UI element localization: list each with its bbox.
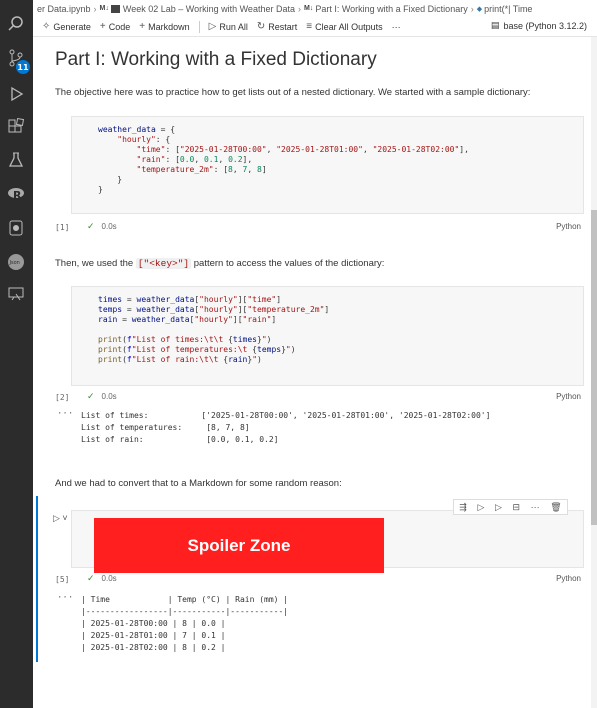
kernel-icon: ▤ xyxy=(490,20,500,30)
run-all-icon: ▷ xyxy=(208,21,217,32)
cell-status: ✓ 0.0s xyxy=(87,221,117,232)
more-actions-button[interactable]: ··· xyxy=(392,22,401,32)
chevron-right-icon: › xyxy=(470,3,474,14)
run-debug-icon[interactable] xyxy=(6,84,26,104)
para-2-after: pattern to access the values of the dict… xyxy=(191,258,385,269)
breadcrumb-file[interactable]: er Data.ipynb xyxy=(37,4,91,14)
check-icon: ✓ xyxy=(87,573,95,583)
python-icon: ◆ xyxy=(476,5,483,13)
breadcrumb-week[interactable]: Week 02 Lab – Working with Weather Data xyxy=(123,4,295,14)
para-2-before: Then, we used the xyxy=(55,258,136,269)
output-line: | 2025-01-28T00:00 | 8 | 0.0 | xyxy=(81,619,226,628)
code-cell-1[interactable]: weather_data = { "hourly": { "time": ["2… xyxy=(71,116,584,214)
markdown-icon: M↓ xyxy=(303,5,314,12)
add-code-button[interactable]: + Code xyxy=(100,21,130,32)
exec-time: 0.0s xyxy=(101,392,117,401)
output-line: | 2025-01-28T01:00 | 7 | 0.1 | xyxy=(81,631,226,640)
svg-text:R: R xyxy=(13,189,22,202)
run-cell-icon[interactable]: ▷ xyxy=(477,502,484,513)
markdown-icon: M↓ xyxy=(99,5,109,12)
execution-count: [1] xyxy=(55,223,70,232)
output-line: | 2025-01-28T02:00 | 8 | 0.2 | xyxy=(81,643,226,652)
testing-flask-icon[interactable] xyxy=(6,150,26,170)
heading-icon xyxy=(110,4,120,13)
run-all-button[interactable]: ▷ Run All xyxy=(209,21,248,32)
output-menu-button[interactable]: ··· xyxy=(57,409,73,419)
exec-time: 0.0s xyxy=(101,574,117,583)
toolbar-divider xyxy=(198,20,200,33)
cell-output-3: | Time | Temp (°C) | Rain (mm) | |-------… xyxy=(81,594,288,654)
notebook-icon[interactable] xyxy=(6,218,26,238)
output-menu-button[interactable]: ··· xyxy=(57,593,73,603)
cell-language[interactable]: Python xyxy=(556,574,581,583)
run-above-icon[interactable]: ⇶ xyxy=(459,502,467,513)
focus-indicator xyxy=(36,496,38,662)
split-cell-icon[interactable]: ⊟ xyxy=(512,502,520,513)
notebook-content: Part I: Working with a Fixed Dictionary … xyxy=(33,37,591,708)
plus-icon: + xyxy=(99,21,106,32)
remote-explorer-icon[interactable] xyxy=(6,284,26,304)
breadcrumb-symbol[interactable]: print(*| Time xyxy=(484,4,532,14)
search-icon[interactable] xyxy=(6,14,26,34)
delete-icon[interactable]: 🗑 xyxy=(550,502,561,513)
source-control-badge: 11 xyxy=(16,60,30,74)
execution-count: [2] xyxy=(55,393,70,402)
execution-count: [5] xyxy=(55,575,70,584)
expand-cell-icon[interactable]: ▷ ˅ xyxy=(53,513,68,524)
clear-all-label: Clear All Outputs xyxy=(315,21,383,32)
output-line: List of times: ['2025-01-28T00:00', '202… xyxy=(81,411,491,420)
output-line: List of temperatures: [8, 7, 8] xyxy=(81,423,250,432)
markdown-label: Markdown xyxy=(148,21,190,32)
run-below-icon[interactable]: ▷ xyxy=(495,502,502,513)
cell-output-2: List of times: ['2025-01-28T00:00', '202… xyxy=(81,410,490,446)
activity-bar: 11 R Json xyxy=(0,0,33,708)
para-2: Then, we used the ["<key>"] pattern to a… xyxy=(55,258,384,269)
clear-icon: ≡ xyxy=(306,21,313,32)
extensions-icon[interactable] xyxy=(6,117,26,137)
restart-icon: ↻ xyxy=(256,21,266,32)
spoiler-overlay: Spoiler Zone xyxy=(94,518,384,573)
generate-button[interactable]: ✧ Generate xyxy=(42,21,91,32)
cell-status: ✓ 0.0s xyxy=(87,573,117,584)
output-line: | Time | Temp (°C) | Rain (mm) | xyxy=(81,595,289,604)
check-icon: ✓ xyxy=(87,221,95,231)
breadcrumb: er Data.ipynb › M↓ Week 02 Lab – Working… xyxy=(33,0,597,17)
run-all-label: Run All xyxy=(219,21,248,32)
output-line: |-----------------|-----------|---------… xyxy=(81,607,289,616)
plus-icon: + xyxy=(139,21,146,32)
code-editor-1[interactable]: weather_data = { "hourly": { "time": ["2… xyxy=(72,117,583,195)
cell-toolbar: ⇶ ▷ ▷ ⊟ ··· 🗑 xyxy=(453,499,568,515)
check-icon: ✓ xyxy=(87,391,95,401)
kernel-label: base (Python 3.12.2) xyxy=(503,20,587,31)
clear-all-outputs-button[interactable]: ≡ Clear All Outputs xyxy=(306,21,382,32)
chevron-right-icon: › xyxy=(297,3,301,14)
code-cell-2[interactable]: times = weather_data["hourly"]["time"] t… xyxy=(71,286,584,386)
notebook-toolbar: ✧ Generate + Code + Markdown ▷ Run All ↻ Rest… xyxy=(33,17,597,37)
json-icon[interactable]: Json xyxy=(6,252,26,272)
more-icon[interactable]: ··· xyxy=(531,502,540,512)
exec-time: 0.0s xyxy=(101,222,117,231)
r-language-icon[interactable]: R xyxy=(6,184,26,204)
intro-text: The objective here was to practice how t… xyxy=(55,87,531,98)
chevron-right-icon: › xyxy=(93,3,97,14)
restart-button[interactable]: ↻ Restart xyxy=(257,21,297,32)
page-title: Part I: Working with a Fixed Dictionary xyxy=(55,49,377,70)
output-line: List of rain: [0.0, 0.1, 0.2] xyxy=(81,435,279,444)
cell-language[interactable]: Python xyxy=(556,392,581,401)
scrollbar-thumb[interactable] xyxy=(591,210,597,525)
code-editor-2[interactable]: times = weather_data["hourly"]["time"] t… xyxy=(72,287,583,365)
restart-label: Restart xyxy=(268,21,298,32)
generate-label: Generate xyxy=(53,21,91,32)
para-3: And we had to convert that to a Markdown… xyxy=(55,478,342,489)
cell-language[interactable]: Python xyxy=(556,222,581,231)
inline-code: ["<key>"] xyxy=(135,258,192,269)
svg-text:Json: Json xyxy=(9,260,20,266)
add-markdown-button[interactable]: + Markdown xyxy=(139,21,189,32)
breadcrumb-part[interactable]: Part I: Working with a Fixed Dictionary xyxy=(315,4,467,14)
sparkle-icon: ✧ xyxy=(42,21,51,32)
cell-status: ✓ 0.0s xyxy=(87,391,117,402)
kernel-picker[interactable]: ▤ base (Python 3.12.2) xyxy=(491,20,587,31)
code-label: Code xyxy=(108,21,131,32)
